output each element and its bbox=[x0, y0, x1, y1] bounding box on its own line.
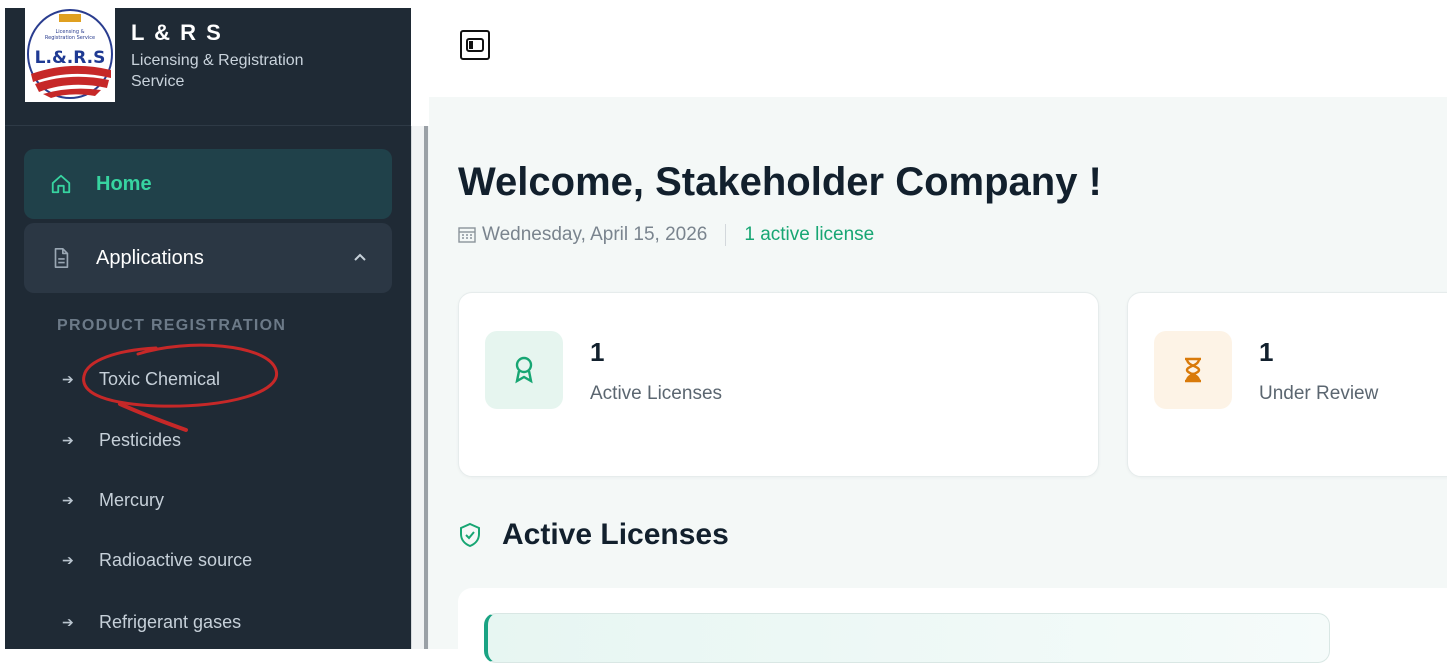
sidebar-subitem-label: Refrigerant gases bbox=[99, 611, 242, 632]
sidebar-subitem-refrigerant-gases[interactable]: ➔ Refrigerant gases bbox=[62, 607, 241, 637]
annotation-circle bbox=[82, 343, 279, 432]
arrow-right-icon: ➔ bbox=[62, 491, 74, 508]
hourglass-icon bbox=[1154, 331, 1232, 409]
stat-value: 1 bbox=[1259, 337, 1274, 367]
stat-label: Under Review bbox=[1259, 383, 1379, 404]
sidebar-subitem-label: Mercury bbox=[99, 489, 165, 510]
brand-title: L & R S bbox=[131, 20, 223, 45]
award-icon bbox=[485, 331, 563, 409]
stat-value: 1 bbox=[590, 337, 605, 367]
active-license-count: 1 active license bbox=[744, 224, 875, 245]
sidebar-toggle-icon bbox=[466, 38, 484, 52]
top-bar bbox=[429, 0, 1447, 97]
sidebar-item-home[interactable]: Home bbox=[24, 149, 392, 219]
date-row: Wednesday, April 15, 2026 1 active licen… bbox=[458, 224, 874, 246]
sidebar-subitem-label: Radioactive source bbox=[99, 549, 253, 570]
sidebar-item-applications[interactable]: Applications bbox=[24, 223, 392, 293]
chevron-up-icon[interactable] bbox=[352, 249, 368, 272]
stat-label: Active Licenses bbox=[590, 383, 723, 404]
section-heading-active-licenses: Active Licenses bbox=[458, 518, 729, 552]
sidebar-subitem-radioactive-source[interactable]: ➔ Radioactive source bbox=[62, 545, 252, 575]
document-icon bbox=[50, 247, 72, 269]
sidebar-divider bbox=[5, 125, 411, 126]
brand-logo[interactable]: Licensing & Registration Service L.&.R.S bbox=[25, 8, 115, 102]
arrow-right-icon: ➔ bbox=[62, 551, 74, 568]
divider bbox=[725, 224, 727, 246]
brand-subtitle: Licensing & Registration Service bbox=[131, 52, 304, 90]
svg-text:Registration Service: Registration Service bbox=[45, 35, 95, 41]
section-title: Active Licenses bbox=[502, 518, 729, 551]
sidebar-item-label: Home bbox=[96, 172, 152, 195]
sidebar-scrollbar[interactable] bbox=[411, 126, 429, 649]
home-icon bbox=[50, 173, 72, 195]
stat-card-active-licenses[interactable]: 1 Active Licenses bbox=[458, 292, 1099, 477]
arrow-right-icon: ➔ bbox=[62, 613, 74, 630]
section-label-product-registration: PRODUCT REGISTRATION bbox=[57, 317, 287, 334]
sidebar-toggle-button[interactable] bbox=[460, 30, 490, 60]
stat-card-under-review[interactable]: 1 Under Review bbox=[1127, 292, 1447, 477]
svg-text:L.&.R.S: L.&.R.S bbox=[35, 48, 106, 68]
license-card[interactable] bbox=[484, 613, 1330, 663]
page-title: Welcome, Stakeholder Company ! bbox=[458, 160, 1102, 204]
current-date: Wednesday, April 15, 2026 bbox=[482, 224, 708, 245]
calendar-icon bbox=[458, 227, 476, 243]
sidebar-subitem-mercury[interactable]: ➔ Mercury bbox=[62, 485, 164, 515]
sidebar-item-label: Applications bbox=[96, 246, 204, 269]
shield-check-icon bbox=[458, 522, 482, 548]
